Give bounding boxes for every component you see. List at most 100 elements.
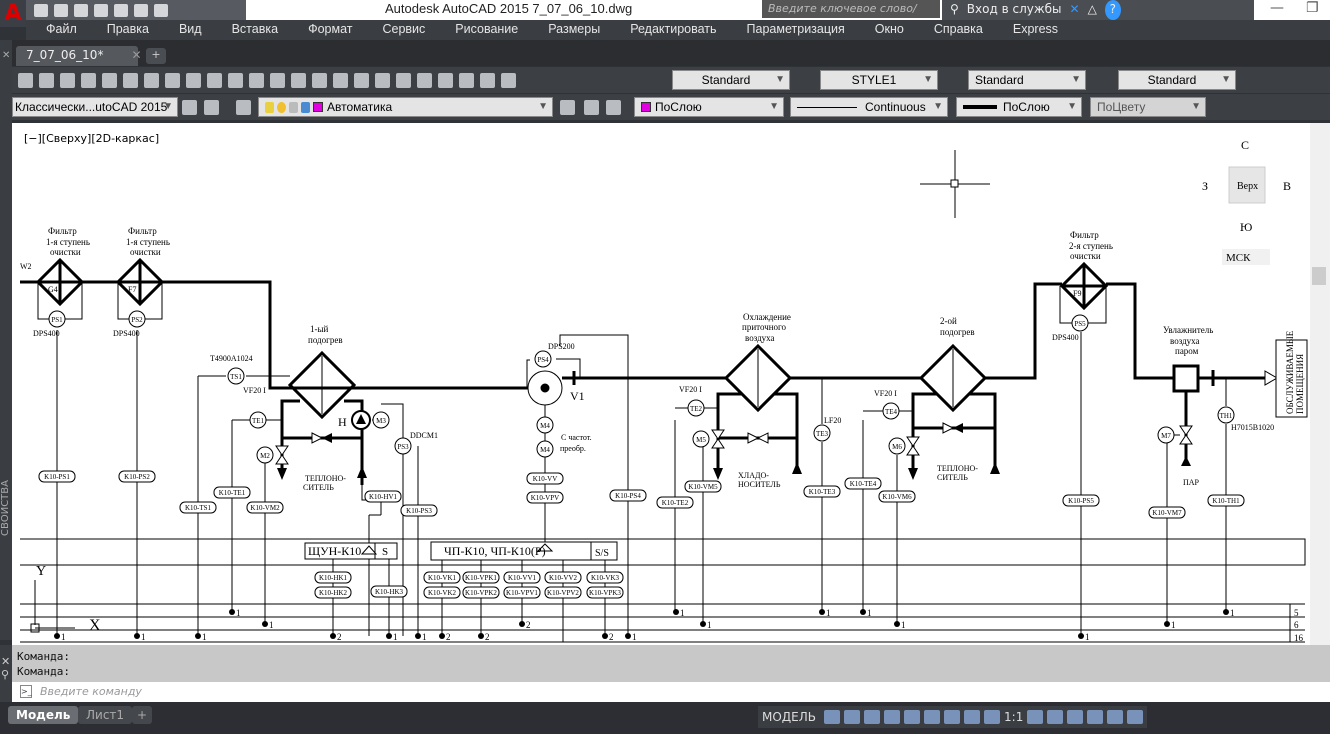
drawing-canvas[interactable]: [−][Сверху][2D-каркас] С З Верх В Ю МСК …	[12, 123, 1312, 645]
tool-palettes-icon[interactable]	[417, 72, 432, 88]
viewcube-north[interactable]: С	[1241, 138, 1249, 152]
instrument-m4[interactable]: M4	[536, 440, 554, 458]
signal-tag[interactable]: K10-VK1	[423, 571, 461, 584]
object-snap-tracking-icon[interactable]	[924, 710, 941, 724]
menu-2[interactable]: Вид	[159, 20, 212, 40]
workspace-gear-icon[interactable]	[1027, 710, 1044, 724]
viewcube-east[interactable]: В	[1283, 179, 1291, 193]
undo-icon[interactable]	[249, 72, 264, 88]
a360-icon[interactable]: △	[1088, 0, 1097, 20]
dim-style-select[interactable]: STYLE1 ▼	[820, 70, 938, 90]
viewcube-west[interactable]: З	[1202, 179, 1208, 193]
signal-tag[interactable]: K10-VPK3	[586, 586, 624, 599]
signal-tag[interactable]: K10-VK2	[423, 586, 461, 599]
instrument-te4[interactable]: TE4	[882, 402, 900, 420]
zoom-previous-icon[interactable]	[354, 72, 369, 88]
layer-on-icon[interactable]	[265, 101, 274, 113]
sheet-set-icon[interactable]	[438, 72, 453, 88]
help-button[interactable]: ?	[1104, 0, 1121, 20]
menu-11[interactable]: Справка	[914, 20, 993, 40]
new-tab-button[interactable]: +	[146, 48, 166, 64]
add-layout-button[interactable]: +	[132, 706, 153, 724]
3d-print-icon[interactable]	[123, 72, 138, 88]
open-icon[interactable]	[54, 3, 68, 17]
ortho-icon[interactable]	[864, 710, 881, 724]
save-as-icon[interactable]	[94, 3, 108, 17]
vertical-scrollbar[interactable]	[1310, 123, 1330, 645]
open-icon[interactable]	[18, 72, 33, 88]
cut-icon[interactable]	[144, 72, 159, 88]
command-input[interactable]: >_ Введите команду	[12, 682, 1330, 702]
pan-icon[interactable]	[291, 72, 306, 88]
menu-12[interactable]: Express	[993, 20, 1068, 40]
make-current-layer-icon[interactable]	[560, 100, 575, 115]
properties-label[interactable]: СВОЙСТВА	[0, 480, 11, 536]
design-center-icon[interactable]	[396, 72, 411, 88]
table-style-select[interactable]: Standard ▼	[968, 70, 1086, 90]
layer-thaw-icon[interactable]	[277, 101, 286, 113]
instrument-ps4[interactable]: PS4	[534, 350, 552, 368]
copy-icon[interactable]	[165, 72, 180, 88]
instrument-te1[interactable]: TE1	[249, 411, 267, 429]
annotation-scale[interactable]: 1:1	[1004, 710, 1023, 724]
signal-tag[interactable]: K10-VPK2	[462, 586, 500, 599]
search-input[interactable]: Введите ключевое слово/фразу	[762, 0, 940, 33]
clean-screen-icon[interactable]	[204, 100, 219, 115]
close-icon[interactable]: ✕	[1, 655, 12, 668]
instrument-te3[interactable]: TE3	[813, 424, 831, 442]
publish-icon[interactable]	[102, 72, 117, 88]
layer-select[interactable]: Автоматика ▼	[258, 97, 553, 117]
instrument-ps2[interactable]: PS2	[128, 310, 146, 328]
binoculars-icon[interactable]: ⚲	[950, 0, 959, 20]
signal-tag[interactable]: K10-VPV2	[544, 586, 582, 599]
close-tab-icon[interactable]: ✕	[131, 48, 141, 62]
signal-tag[interactable]: K10-VPV	[526, 491, 564, 504]
linetype-select[interactable]: Continuous ▼	[790, 97, 948, 117]
exchange-icon[interactable]: ✕	[1070, 0, 1080, 20]
viewcube[interactable]: С З Верх В Ю МСК	[1202, 138, 1291, 265]
viewport-controls[interactable]: [−][Сверху][2D-каркас]	[24, 132, 159, 145]
signal-tag[interactable]: K10-PS1	[38, 470, 76, 483]
paste-icon[interactable]	[186, 72, 201, 88]
clean-screen-icon[interactable]	[1107, 710, 1124, 724]
signal-tag[interactable]: K10-TS1	[179, 501, 217, 514]
instrument-ps5[interactable]: PS5	[1071, 314, 1089, 332]
menu-9[interactable]: Параметризация	[727, 20, 855, 40]
customization-icon[interactable]	[1127, 710, 1144, 724]
polar-icon[interactable]	[884, 710, 901, 724]
workspace-select[interactable]: Классически...utoCAD 2015 ▼	[12, 97, 178, 117]
instrument-ps3[interactable]: PS3	[394, 437, 412, 455]
signal-tag[interactable]: K10-HK3	[370, 585, 408, 598]
instrument-ts1[interactable]: TS1	[227, 367, 245, 385]
instrument-th1[interactable]: TH1	[1217, 406, 1235, 424]
print-icon[interactable]	[114, 3, 128, 17]
signal-tag[interactable]: K10-TH1	[1207, 494, 1245, 507]
layer-viewport-icon[interactable]	[289, 101, 298, 113]
help-icon[interactable]	[501, 72, 516, 88]
signal-tag[interactable]: K10-TE2	[656, 496, 694, 509]
snap-icon[interactable]	[844, 710, 861, 724]
signin-button[interactable]: Вход в службы	[967, 0, 1062, 20]
instrument-m3[interactable]: M3	[372, 411, 390, 429]
menu-10[interactable]: Окно	[855, 20, 914, 40]
scrollbar-thumb[interactable]	[1312, 267, 1326, 285]
signal-tag[interactable]: K10-PS4	[609, 489, 647, 502]
menu-7[interactable]: Размеры	[528, 20, 610, 40]
signal-tag[interactable]: K10-VV2	[544, 571, 582, 584]
signal-tag[interactable]: K10-HK1	[314, 571, 352, 584]
model-space-button[interactable]: МОДЕЛЬ	[762, 710, 820, 724]
instrument-m5[interactable]: M5	[692, 430, 710, 448]
instrument-ps1[interactable]: PS1	[48, 310, 66, 328]
signal-tag[interactable]: K10-VM7	[1148, 506, 1186, 519]
chevron-down-icon[interactable]: ▼	[775, 71, 785, 89]
chevron-down-icon[interactable]: ▼	[933, 98, 943, 116]
chevron-down-icon[interactable]: ▼	[538, 98, 548, 116]
menu-6[interactable]: Рисование	[435, 20, 528, 40]
menu-5[interactable]: Сервис	[362, 20, 435, 40]
layer-states-icon[interactable]	[606, 100, 621, 115]
hardware-acceleration-icon[interactable]	[1087, 710, 1104, 724]
signal-tag[interactable]: K10-PS2	[118, 470, 156, 483]
new-icon[interactable]	[34, 3, 48, 17]
signal-tag[interactable]: K10-VM5	[684, 480, 722, 493]
grid-icon[interactable]	[824, 710, 841, 724]
